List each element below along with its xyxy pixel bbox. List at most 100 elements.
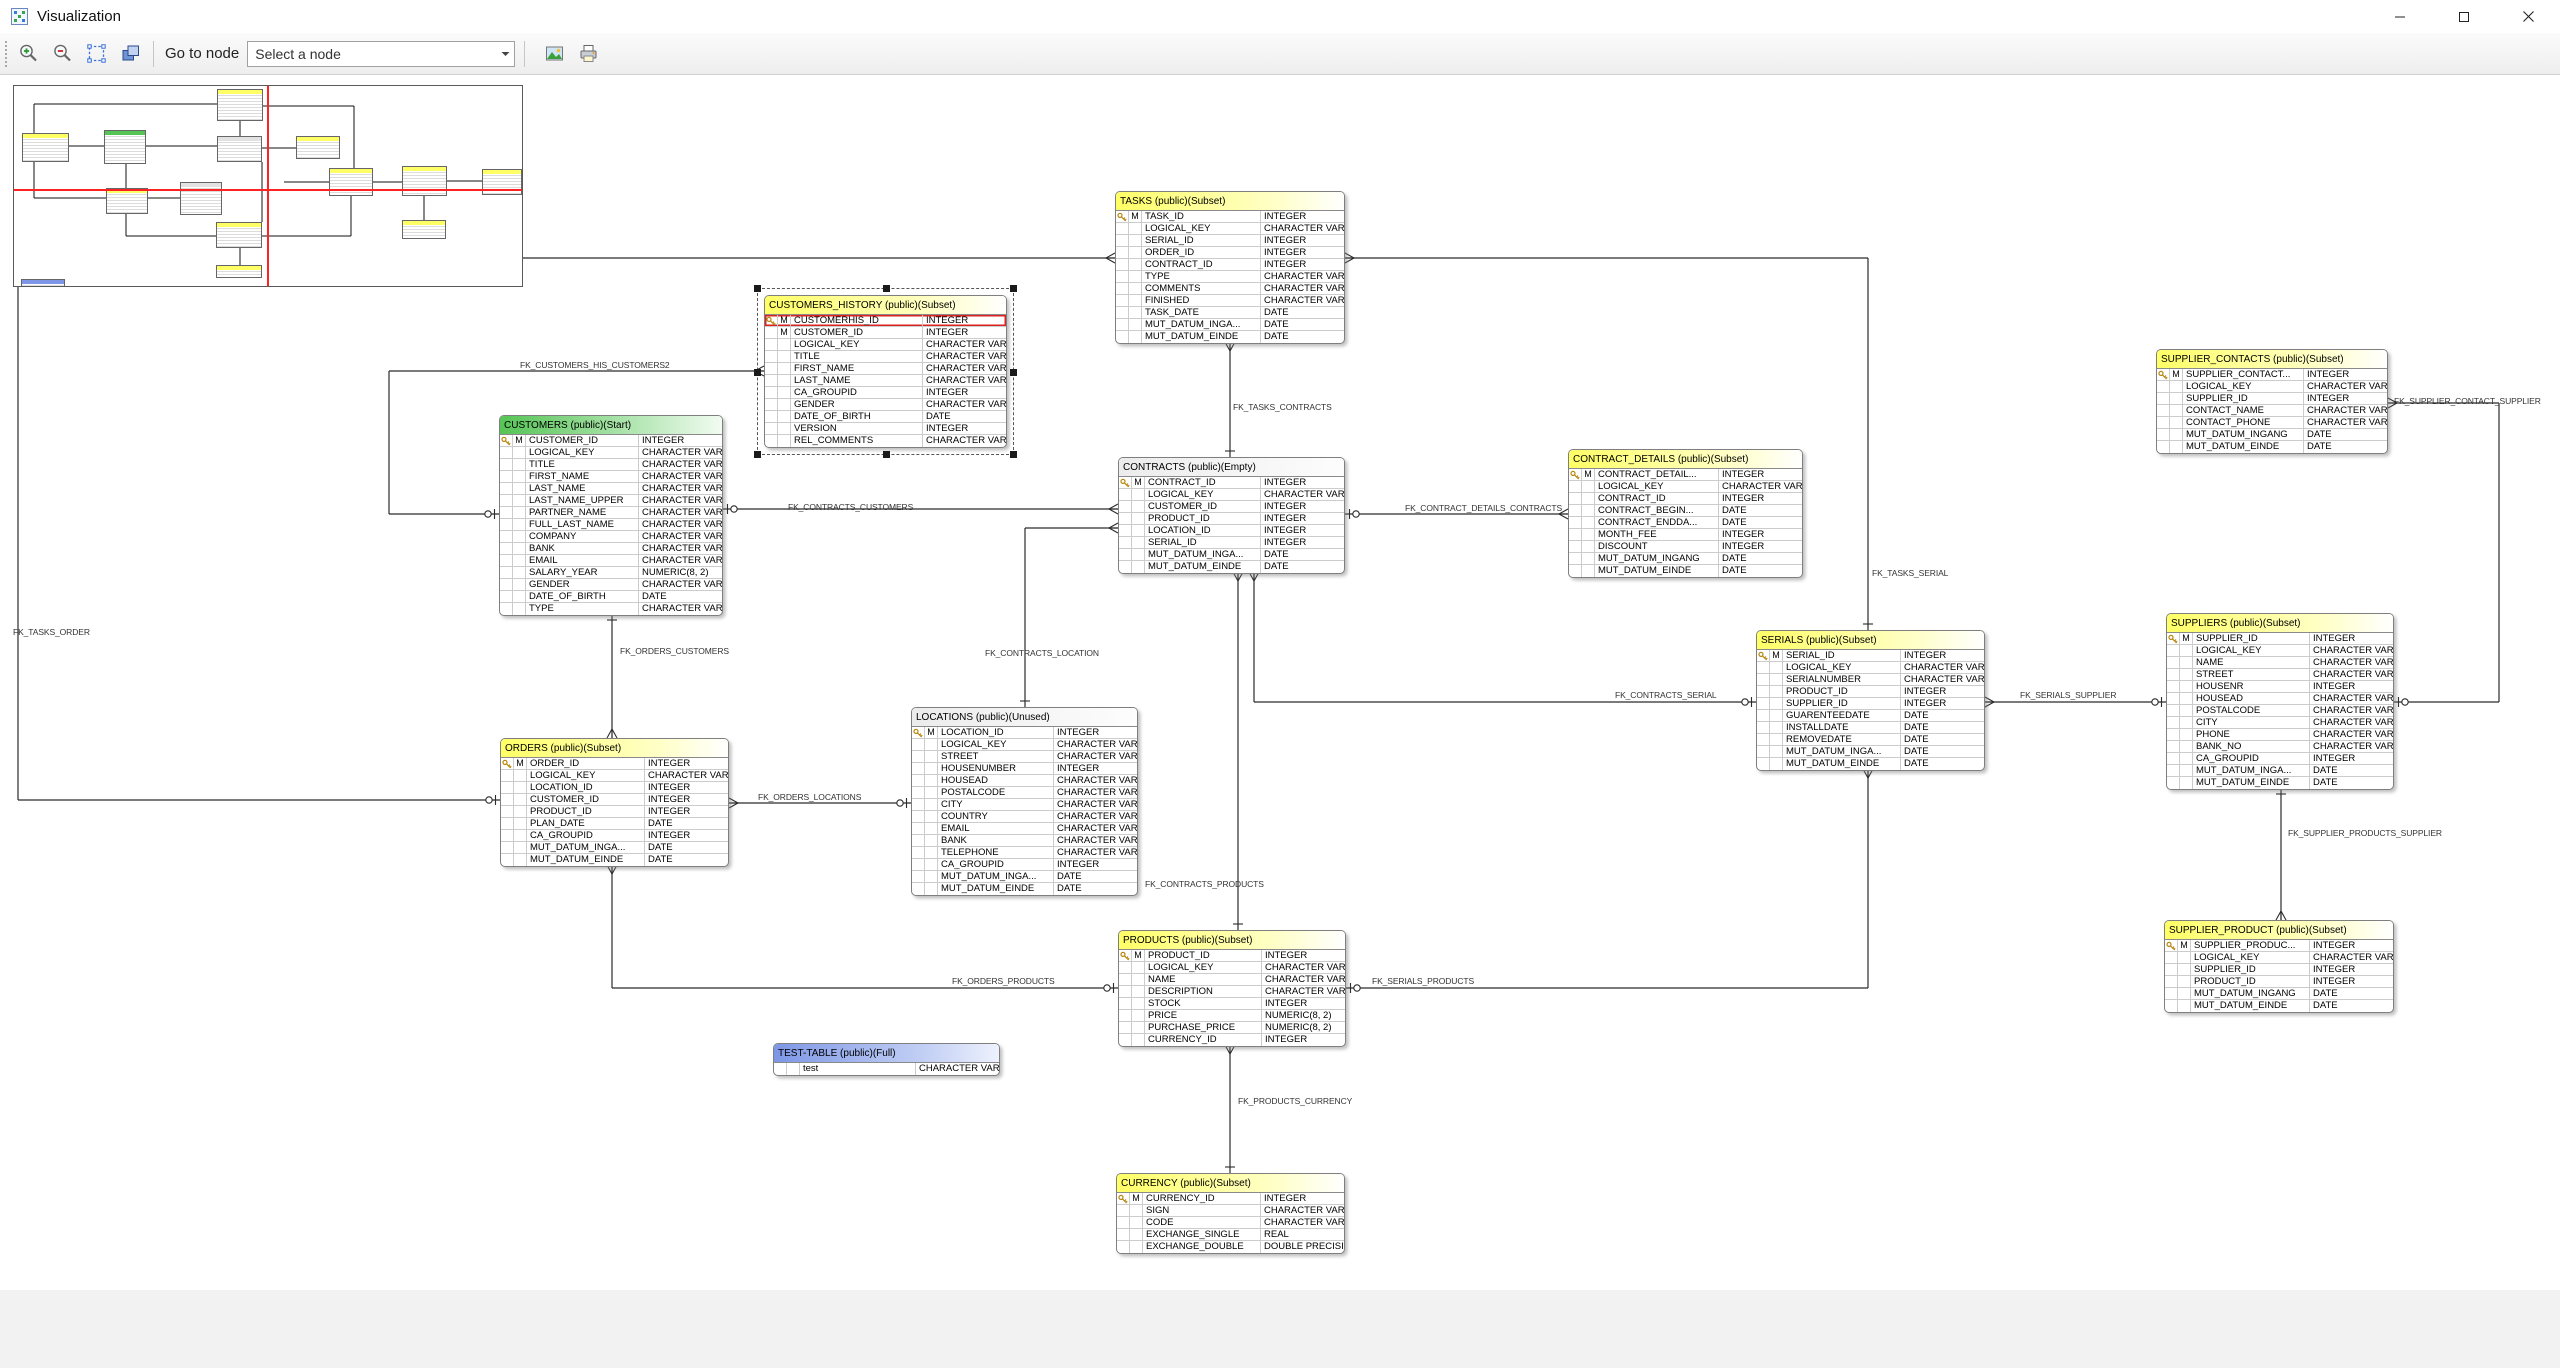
fk-label: FK_SUPPLIER_CONTACT_SUPPLIER [2394,396,2541,406]
column-type: NUMERIC(8, 2) [638,567,722,578]
minimap-table [217,136,262,162]
table-node-serials[interactable]: SERIALS (public)(Subset)MSERIAL_IDINTEGE… [1756,630,1985,771]
zoom-out-button[interactable] [48,40,76,68]
table-node-customers[interactable]: CUSTOMERS (public)(Start)MCUSTOMER_IDINT… [499,415,723,616]
column-name: MONTH_FEE [1595,529,1718,540]
zoom-in-button[interactable] [14,40,42,68]
column-name: LOGICAL_KEY [1145,962,1261,973]
column-type: CHARACTER VAR [922,363,1006,374]
table-node-contracts[interactable]: CONTRACTS (public)(Empty)MCONTRACT_IDINT… [1118,457,1345,574]
mandatory-cell [1129,235,1142,246]
minimap-table-header [217,223,261,227]
selection-handle[interactable] [1010,369,1017,376]
column-name: CUSTOMER_ID [526,435,638,446]
column-name: SUPPLIER_ID [2193,633,2309,644]
selection-handle[interactable] [883,285,890,292]
table-column-row: PRODUCT_IDINTEGER [2165,976,2393,988]
key-cell [765,363,778,374]
fk-label: FK_SERIALS_SUPPLIER [2020,690,2116,700]
key-cell [1569,565,1582,577]
column-name: LOGICAL_KEY [1145,489,1260,500]
close-button[interactable] [2496,0,2560,33]
column-name: CURRENCY_ID [1145,1034,1261,1046]
table-node-products[interactable]: PRODUCTS (public)(Subset)MPRODUCT_IDINTE… [1118,930,1346,1047]
table-header: CONTRACTS (public)(Empty) [1119,458,1344,477]
column-type: DATE [1053,871,1137,882]
table-node-supplier_product[interactable]: SUPPLIER_PRODUCT (public)(Subset)MSUPPLI… [2164,920,2394,1013]
mandatory-cell [513,555,526,566]
key-cell [912,799,925,810]
table-node-customers_history[interactable]: CUSTOMERS_HISTORY (public)(Subset)MCUSTO… [764,295,1007,448]
column-name: SUPPLIER_PRODUC... [2191,940,2309,951]
export-image-button[interactable] [540,40,568,68]
column-name: MUT_DATUM_INGA... [2193,765,2309,776]
node-selector[interactable]: Select a node [247,41,515,67]
key-cell [500,507,513,518]
selection-handle[interactable] [754,285,761,292]
column-name: CA_GROUPID [527,830,644,841]
table-column-row: REMOVEDATEDATE [1757,734,1984,746]
table-node-test_table[interactable]: TEST-TABLE (public)(Full)testCHARACTER V… [773,1043,1000,1076]
mandatory-cell [1582,553,1595,564]
table-node-currency[interactable]: CURRENCY (public)(Subset)MCURRENCY_IDINT… [1116,1173,1345,1254]
toolbar-grip[interactable] [5,41,8,67]
table-node-contract_details[interactable]: CONTRACT_DETAILS (public)(Subset)MCONTRA… [1568,449,1803,578]
key-cell [2165,1000,2178,1012]
maximize-button[interactable] [2432,0,2496,33]
column-name: REL_COMMENTS [791,435,922,447]
key-cell [1116,319,1129,330]
selection-handle[interactable] [754,451,761,458]
key-cell [2165,952,2178,963]
combo-dropdown-button[interactable] [497,42,514,66]
table-node-locations[interactable]: LOCATIONS (public)(Unused)MLOCATION_IDIN… [911,707,1138,896]
column-type: INTEGER [2309,753,2393,764]
column-name: LOGICAL_KEY [1783,662,1900,673]
key-cell [765,351,778,362]
primary-key-icon [2157,369,2170,380]
column-name: LOGICAL_KEY [791,339,922,350]
key-cell [501,818,514,829]
table-column-row: SERIAL_IDINTEGER [1119,537,1344,549]
mandatory-cell: M [1770,650,1783,661]
minimap-table-header [22,280,64,284]
column-name: BANK [526,543,638,554]
table-column-row: testCHARACTER VAR [774,1063,999,1075]
minimap-table [106,188,148,214]
key-cell [500,531,513,542]
column-type: CHARACTER VAR [638,543,722,554]
table-node-suppliers[interactable]: SUPPLIERS (public)(Subset)MSUPPLIER_IDIN… [2166,613,2394,790]
key-cell [501,842,514,853]
print-button[interactable] [574,40,602,68]
table-column-row: LOGICAL_KEYCHARACTER VAR [500,447,722,459]
key-cell [1117,1217,1130,1228]
key-cell [912,847,925,858]
column-name: EXCHANGE_SINGLE [1143,1229,1260,1240]
selection-handle[interactable] [754,369,761,376]
column-name: DATE_OF_BIRTH [791,411,922,422]
mandatory-cell: M [1129,211,1142,222]
column-name: MUT_DATUM_INGANG [2183,429,2303,440]
selection-handle[interactable] [1010,285,1017,292]
key-cell [2167,705,2180,716]
key-cell [1116,235,1129,246]
table-node-tasks[interactable]: TASKS (public)(Subset)MTASK_IDINTEGERLOG… [1115,191,1345,344]
column-type: CHARACTER VAR [922,351,1006,362]
mandatory-cell [2178,976,2191,987]
selection-handle[interactable] [883,451,890,458]
column-type: DATE [2309,988,2393,999]
table-node-supplier_contacts[interactable]: SUPPLIER_CONTACTS (public)(Subset)MSUPPL… [2156,349,2388,454]
fk-label: FK_PRODUCTS_CURRENCY [1238,1096,1352,1106]
column-name: LAST_NAME [791,375,922,386]
overview-minimap[interactable] [13,85,523,287]
minimize-button[interactable] [2368,0,2432,33]
table-node-orders[interactable]: ORDERS (public)(Subset)MORDER_IDINTEGERL… [500,738,729,867]
table-column-row: NAMECHARACTER VAR [2167,657,2393,669]
column-type: CHARACTER VAR [1053,799,1137,810]
mandatory-cell [1132,561,1145,573]
selection-handle[interactable] [1010,451,1017,458]
minimap-table [21,279,65,287]
minimap-table [296,136,340,159]
overview-button[interactable] [116,40,144,68]
minimap-table [180,182,222,215]
fit-to-window-button[interactable] [82,40,110,68]
